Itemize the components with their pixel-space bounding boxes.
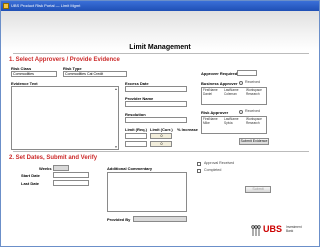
table-cell: Research bbox=[246, 121, 260, 125]
resolution-field[interactable] bbox=[125, 117, 187, 123]
table-cell: Daniel bbox=[203, 92, 213, 96]
provided-by-label: Provided By bbox=[107, 217, 131, 222]
approver-required-label: Approver Required bbox=[201, 71, 238, 76]
start-date-label: Start Date bbox=[21, 173, 40, 178]
completed-checkbox[interactable] bbox=[197, 169, 201, 173]
risk-type-field[interactable]: Commodities Cat Credit bbox=[63, 71, 127, 77]
logo-subtitle-2: Bank bbox=[286, 229, 294, 233]
approval-received-checkbox[interactable] bbox=[197, 162, 201, 166]
window-titlebar[interactable]: UBS Product Risk Portal — Limit Mgmt bbox=[1, 1, 319, 11]
scroll-up-icon[interactable]: ▲ bbox=[114, 87, 118, 91]
last-date-field[interactable] bbox=[53, 180, 89, 186]
evidence-text-area[interactable] bbox=[11, 86, 119, 150]
submit-evidence-button[interactable]: Submit Evidence bbox=[239, 138, 269, 145]
app-icon bbox=[3, 3, 9, 9]
provided-by-field bbox=[133, 216, 187, 222]
ubs-keys-icon bbox=[251, 225, 261, 236]
risk-received-radio[interactable] bbox=[239, 110, 243, 114]
page-title: Limit Management bbox=[129, 44, 191, 51]
table-cell: Research bbox=[246, 92, 260, 96]
limit-curr-field-2: 0 bbox=[150, 141, 172, 147]
business-received-label: Received bbox=[245, 80, 260, 84]
pct-increase-label: % Increase bbox=[177, 127, 198, 132]
table-cell: Sylvia bbox=[224, 121, 233, 125]
section-2-heading: 2. Set Dates, Submit and Verify bbox=[9, 155, 98, 161]
submit-button[interactable]: Submit bbox=[245, 186, 271, 193]
start-date-field[interactable] bbox=[53, 172, 89, 178]
business-received-radio[interactable] bbox=[239, 81, 243, 85]
section-1-heading: 1. Select Approvers / Provide Evidence bbox=[9, 57, 120, 63]
completed-label: Completed bbox=[204, 168, 222, 172]
ubs-logo: UBS Investment Bank bbox=[251, 223, 307, 239]
title-divider bbox=[13, 53, 309, 54]
risk-approver-table[interactable]: FirstName LastName Workspace Mike Sylvia… bbox=[201, 116, 267, 134]
ubs-logo-text: UBS bbox=[263, 224, 283, 234]
risk-class-field[interactable]: Commodities bbox=[11, 71, 57, 77]
weeks-label: Weeks bbox=[39, 166, 52, 171]
excess-date-field[interactable] bbox=[125, 86, 187, 92]
limit-req-field-1[interactable] bbox=[125, 133, 147, 139]
application-window: UBS Product Risk Portal — Limit Mgmt Lim… bbox=[0, 0, 320, 247]
provider-name-field[interactable] bbox=[125, 101, 187, 107]
risk-approver-label: Risk Approver bbox=[201, 110, 229, 115]
additional-commentary-field[interactable] bbox=[107, 172, 187, 212]
approver-required-field[interactable] bbox=[237, 70, 257, 76]
approval-received-label: Approval Received bbox=[204, 161, 235, 165]
limit-req-field-2[interactable] bbox=[125, 141, 147, 147]
business-approver-table[interactable]: FirstName LastName Workspace Daniel Cole… bbox=[201, 87, 267, 105]
limit-curr-label: Limit (Curr.) bbox=[150, 127, 173, 132]
business-approver-label: Business Approver bbox=[201, 81, 238, 86]
last-date-label: Last Date bbox=[21, 181, 40, 186]
window-title: UBS Product Risk Portal — Limit Mgmt bbox=[11, 3, 81, 8]
section-divider bbox=[13, 151, 309, 152]
limit-curr-field-1: 0 bbox=[150, 133, 172, 139]
additional-commentary-label: Additional Commentary bbox=[107, 166, 153, 171]
weeks-field[interactable] bbox=[53, 165, 69, 171]
scroll-down-icon[interactable]: ▼ bbox=[114, 145, 118, 149]
table-cell: Mike bbox=[203, 121, 210, 125]
risk-received-label: Received bbox=[245, 109, 260, 113]
table-cell: Coleman bbox=[224, 92, 237, 96]
limit-req-label: Limit (Req.) bbox=[125, 127, 147, 132]
